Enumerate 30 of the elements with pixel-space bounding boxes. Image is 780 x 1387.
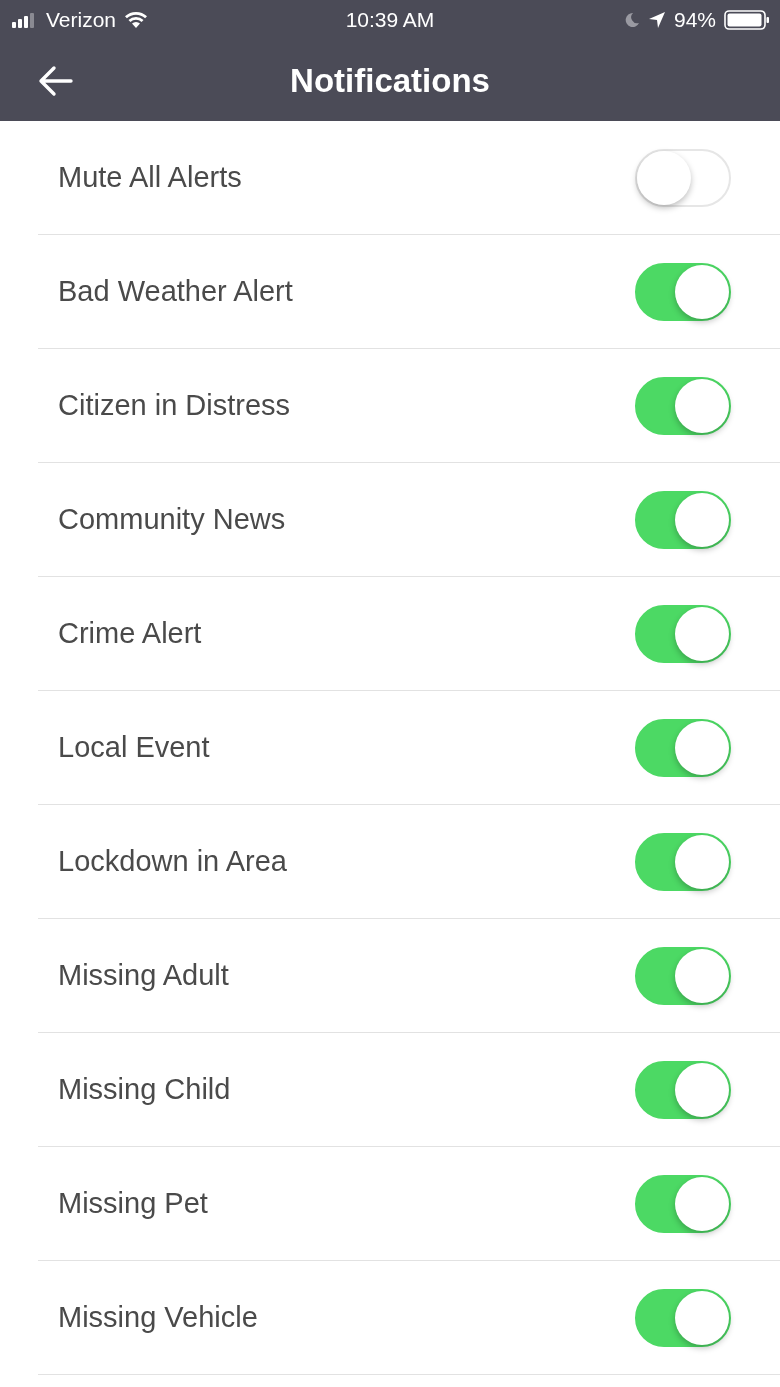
setting-label: Citizen in Distress	[58, 389, 291, 422]
setting-label: Mute All Alerts	[58, 161, 242, 194]
toggle-switch[interactable]	[635, 946, 731, 1005]
toggle-switch[interactable]	[635, 832, 731, 891]
location-arrow-icon	[647, 11, 666, 29]
toggle-switch[interactable]	[635, 1288, 731, 1347]
setting-label: Bad Weather Alert	[58, 275, 293, 308]
setting-label: Lockdown in Area	[58, 845, 287, 878]
setting-label: Crime Alert	[58, 617, 202, 650]
setting-label: Community News	[58, 503, 286, 536]
screen-title: Notifications	[290, 61, 490, 100]
toggle-switch[interactable]	[635, 604, 731, 663]
toggle-switch[interactable]	[635, 262, 731, 321]
toggle-switch[interactable]	[635, 718, 731, 777]
toggle-switch[interactable]	[635, 1174, 731, 1233]
toggle-switch[interactable]	[635, 376, 731, 435]
setting-label: Missing Child	[58, 1073, 231, 1106]
moon-icon	[623, 12, 640, 28]
setting-label: Missing Pet	[58, 1187, 208, 1220]
setting-label: Local Event	[58, 731, 210, 764]
toggle-switch[interactable]	[635, 1060, 731, 1119]
setting-label: Missing Adult	[58, 959, 229, 992]
battery-icon	[724, 10, 770, 30]
carrier-name: Verizon	[46, 8, 117, 32]
wifi-icon	[124, 11, 149, 29]
back-arrow-icon[interactable]	[37, 64, 73, 97]
setting-label: Missing Vehicle	[58, 1301, 258, 1334]
battery-percentage: 94%	[673, 8, 716, 32]
toggle-switch[interactable]	[635, 490, 731, 549]
clock-time: 10:39 AM	[345, 8, 435, 32]
